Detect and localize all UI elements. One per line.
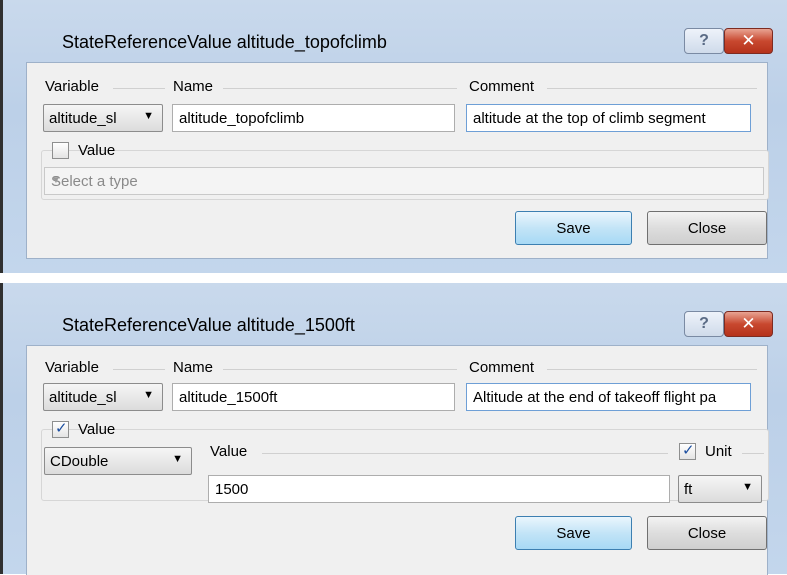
comment-field[interactable]: altitude at the top of climb segment [466, 104, 751, 132]
title-bar[interactable]: StateReferenceValue altitude_topofclimb … [0, 0, 787, 60]
chevron-down-icon: ▼ [51, 175, 61, 186]
dialog-1500ft: StateReferenceValue altitude_1500ft ? ✕ … [0, 283, 787, 575]
dialog-title: StateReferenceValue altitude_1500ft [62, 315, 355, 335]
dialog-body: Variable Name Comment altitude_sl ▼ alti… [26, 62, 769, 259]
name-field-value: altitude_1500ft [179, 389, 278, 406]
divider [223, 369, 457, 370]
divider [547, 88, 757, 89]
type-select[interactable]: Select a type ▼ [44, 167, 764, 195]
unit-checkbox[interactable]: ✓ [679, 442, 696, 460]
close-icon[interactable]: ✕ [724, 28, 773, 54]
check-icon: ✓ [55, 420, 68, 437]
name-field[interactable]: altitude_topofclimb [172, 104, 455, 132]
chevron-down-icon: ▼ [143, 110, 154, 122]
value-label: Value [78, 142, 116, 159]
value-field[interactable]: 1500 [208, 475, 670, 503]
help-icon[interactable]: ? [684, 28, 724, 54]
dialog-body: Variable Name Comment altitude_sl ▼ alti… [26, 345, 769, 575]
value-field-value: 1500 [215, 481, 249, 498]
check-icon: ✓ [682, 442, 695, 459]
comment-label: Comment [469, 359, 535, 376]
comment-label: Comment [469, 78, 535, 95]
value-label: Value [78, 421, 116, 438]
inner-value-label: Value [210, 443, 248, 460]
name-field[interactable]: altitude_1500ft [172, 383, 455, 411]
unit-select[interactable]: ft ▼ [678, 475, 762, 503]
value-checkbox[interactable] [52, 142, 69, 159]
dialog-topofclimb: StateReferenceValue altitude_topofclimb … [0, 0, 787, 273]
dialog-title: StateReferenceValue altitude_topofclimb [62, 32, 387, 52]
chevron-down-icon: ▼ [742, 481, 753, 493]
comment-field-value: altitude at the top of climb segment [473, 110, 706, 127]
divider [113, 88, 165, 89]
variable-label: Variable [45, 78, 99, 95]
unit-label: Unit [705, 443, 732, 460]
divider [262, 453, 668, 454]
comment-field-value: Altitude at the end of takeoff flight pa [473, 389, 717, 406]
name-label: Name [173, 78, 214, 95]
name-field-value: altitude_topofclimb [179, 110, 305, 127]
divider [742, 453, 764, 454]
value-group: Select a type ▼ [41, 150, 769, 200]
value-group: CDouble ▼ Value 1500 ✓ Unit ft ▼ [41, 429, 769, 503]
title-bar[interactable]: StateReferenceValue altitude_1500ft ? ✕ [0, 283, 787, 343]
chevron-down-icon: ▼ [143, 389, 154, 401]
save-button[interactable]: Save [515, 516, 632, 550]
value-checkbox[interactable]: ✓ [52, 420, 69, 438]
chevron-down-icon: ▼ [172, 453, 183, 465]
unit-select-value: ft [684, 481, 693, 498]
help-icon[interactable]: ? [684, 311, 724, 337]
variable-select[interactable]: altitude_sl ▼ [43, 383, 163, 411]
variable-label: Variable [45, 359, 99, 376]
variable-select-value: altitude_sl [49, 110, 117, 127]
variable-select-value: altitude_sl [49, 389, 117, 406]
divider [547, 369, 757, 370]
type-select-value: CDouble [50, 453, 109, 470]
type-select[interactable]: CDouble ▼ [44, 447, 192, 475]
divider [113, 369, 165, 370]
comment-field[interactable]: Altitude at the end of takeoff flight pa [466, 383, 751, 411]
save-button[interactable]: Save [515, 211, 632, 245]
close-icon[interactable]: ✕ [724, 311, 773, 337]
close-button[interactable]: Close [647, 516, 767, 550]
variable-select[interactable]: altitude_sl ▼ [43, 104, 163, 132]
name-label: Name [173, 359, 214, 376]
divider [223, 88, 457, 89]
close-button[interactable]: Close [647, 211, 767, 245]
